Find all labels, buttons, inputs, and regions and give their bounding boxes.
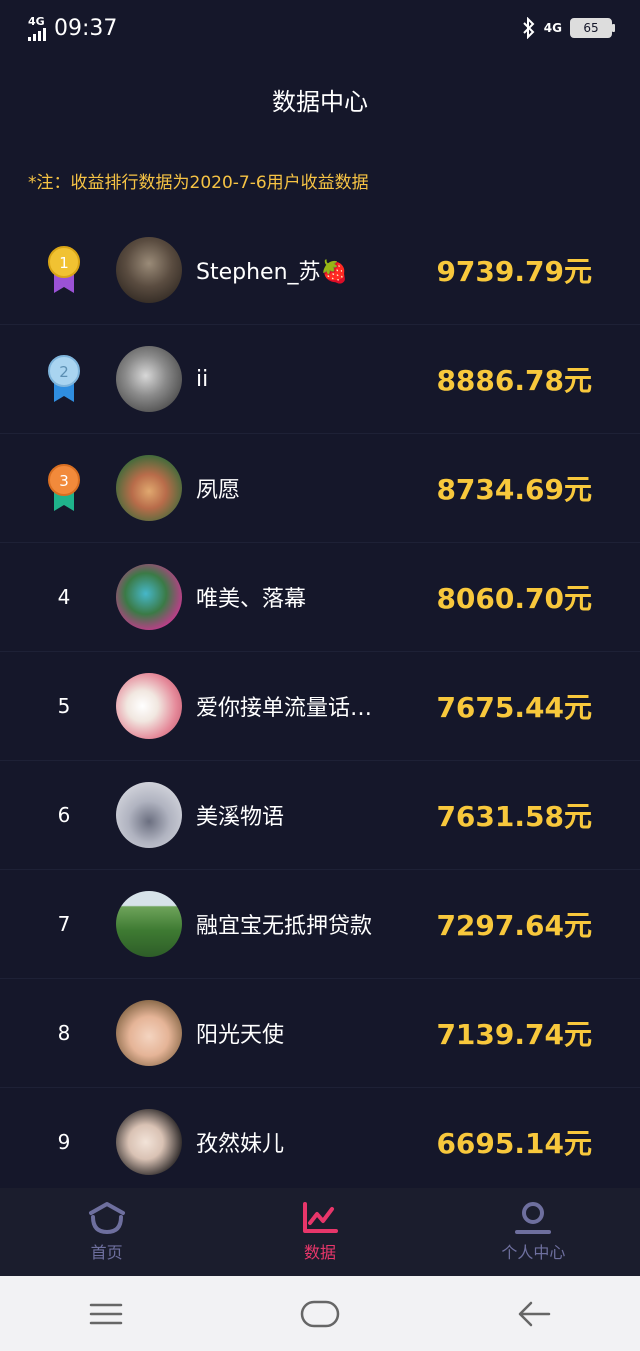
svg-text:2: 2 xyxy=(59,363,69,381)
earnings-amount: 7297.64元 xyxy=(436,909,592,942)
tab-data-label: 数据 xyxy=(303,1243,336,1262)
earnings-amount: 7675.44元 xyxy=(436,691,592,724)
user-icon xyxy=(515,1202,552,1234)
avatar xyxy=(116,346,182,412)
ranking-row[interactable]: 9 孜然妹儿 6695.14元 xyxy=(0,1088,640,1197)
battery-level: 65 xyxy=(583,21,599,35)
home-button-icon[interactable] xyxy=(300,1300,340,1328)
avatar xyxy=(116,455,182,521)
earnings-amount: 8734.69元 xyxy=(436,473,592,506)
status-left: 4G 09:37 xyxy=(28,16,117,41)
bronze-medal-icon: 3 xyxy=(48,464,80,511)
avatar xyxy=(116,237,182,303)
rank-number: 5 xyxy=(57,694,71,718)
user-name: 融宜宝无抵押贷款 xyxy=(196,914,373,939)
user-name: 阳光天使 xyxy=(196,1023,285,1048)
user-name: 爱你接单流量话… xyxy=(196,696,373,721)
bluetooth-icon xyxy=(523,17,535,39)
rank-number: 8 xyxy=(57,1021,71,1045)
user-name: 孜然妹儿 xyxy=(196,1132,285,1157)
avatar xyxy=(116,1000,182,1066)
user-name: Stephen_苏🍓 xyxy=(196,260,348,285)
status-bar: 4G 09:37 4G 65 xyxy=(0,0,640,56)
signal-icon: 4G xyxy=(28,16,46,41)
ranking-row[interactable]: 5 爱你接单流量话… 7675.44元 xyxy=(0,652,640,761)
ranking-row[interactable]: 6 美溪物语 7631.58元 xyxy=(0,761,640,870)
tab-data[interactable]: 数据 xyxy=(213,1188,426,1276)
gold-medal-icon: 1 xyxy=(48,246,80,293)
page-title: 数据中心 xyxy=(272,88,368,116)
chart-icon xyxy=(302,1202,338,1233)
ranking-row[interactable]: 4 唯美、落幕 8060.70元 xyxy=(0,543,640,652)
silver-medal-icon: 2 xyxy=(48,355,80,402)
avatar xyxy=(116,782,182,848)
ranking-row[interactable]: 3 夙愿 8734.69元 xyxy=(0,434,640,543)
earnings-amount: 7631.58元 xyxy=(436,800,592,833)
ranking-row[interactable]: 2 ii 8886.78元 xyxy=(0,325,640,434)
user-name: 夙愿 xyxy=(196,478,241,503)
rank-medal: 1 xyxy=(0,245,128,295)
avatar xyxy=(116,673,182,739)
tab-home[interactable]: 首页 xyxy=(0,1188,213,1276)
ranking-row[interactable]: 8 阳光天使 7139.74元 xyxy=(0,979,640,1088)
tab-home-label: 首页 xyxy=(90,1243,123,1262)
earnings-amount: 8886.78元 xyxy=(436,364,592,397)
rank-number: 7 xyxy=(57,912,71,936)
network-type: 4G xyxy=(28,14,45,28)
rank-number: 9 xyxy=(57,1130,71,1154)
user-name: 唯美、落幕 xyxy=(196,587,307,612)
earnings-amount: 8060.70元 xyxy=(436,582,592,615)
earnings-amount: 9739.79元 xyxy=(436,255,592,288)
svg-text:3: 3 xyxy=(59,472,69,490)
tab-profile-label: 个人中心 xyxy=(501,1243,566,1262)
avatar xyxy=(116,891,182,957)
ranking-list: 1 Stephen_苏🍓 9739.79元 2 ii 8886.78元 3 夙愿… xyxy=(0,216,640,1197)
network-type-right: 4G xyxy=(543,21,562,35)
back-arrow-icon[interactable] xyxy=(517,1301,551,1327)
system-nav-bar xyxy=(0,1276,640,1351)
earnings-amount: 6695.14元 xyxy=(436,1127,592,1160)
rank-number: 6 xyxy=(57,803,71,827)
user-name: ii xyxy=(196,366,209,392)
svg-text:1: 1 xyxy=(59,254,69,272)
avatar xyxy=(116,564,182,630)
tab-profile[interactable]: 个人中心 xyxy=(427,1188,640,1276)
earnings-amount: 7139.74元 xyxy=(436,1018,592,1051)
clock: 09:37 xyxy=(54,15,118,41)
rank-medal: 3 xyxy=(0,463,128,513)
status-right: 4G 65 xyxy=(522,17,615,39)
rank-medal: 2 xyxy=(0,354,128,404)
home-icon xyxy=(88,1202,125,1235)
ranking-note: *注：收益排行数据为2020-7-6用户收益数据 xyxy=(28,173,369,193)
ranking-row[interactable]: 1 Stephen_苏🍓 9739.79元 xyxy=(0,216,640,325)
avatar xyxy=(116,1109,182,1175)
ranking-row[interactable]: 7 融宜宝无抵押贷款 7297.64元 xyxy=(0,870,640,979)
battery-icon: 65 xyxy=(570,18,615,38)
menu-icon[interactable] xyxy=(89,1302,123,1326)
bottom-tab-bar: 首页 数据 个人中心 xyxy=(0,1188,640,1276)
user-name: 美溪物语 xyxy=(196,805,285,830)
rank-number: 4 xyxy=(57,585,71,609)
